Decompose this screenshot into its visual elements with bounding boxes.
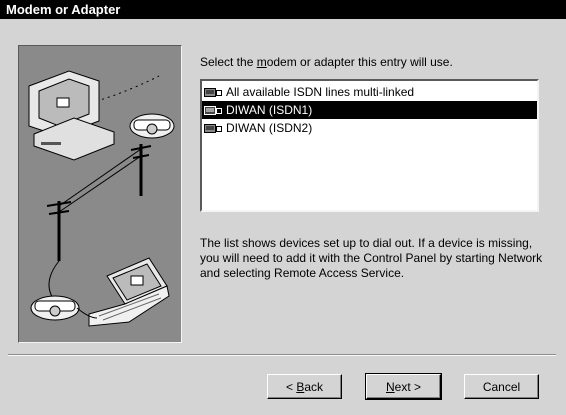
modem-adapter-dialog: Modem or Adapter Select the modem or ada… <box>0 0 566 415</box>
telephone-top-icon <box>129 113 175 139</box>
telephone-pole-icon <box>46 144 152 261</box>
device-label: All available ISDN lines multi-linked <box>226 85 415 99</box>
window-title: Modem or Adapter <box>6 2 121 17</box>
next-button[interactable]: Next > <box>365 373 442 400</box>
button-separator <box>8 354 556 356</box>
desktop-computer-icon <box>28 70 115 161</box>
dialup-illustration <box>18 45 182 343</box>
device-list-item[interactable]: All available ISDN lines multi-linked <box>202 83 537 101</box>
title-bar: Modem or Adapter <box>0 0 566 19</box>
dialup-illustration-icon <box>28 70 175 327</box>
device-listbox[interactable]: All available ISDN lines multi-linked DIW… <box>200 79 539 212</box>
device-list-item[interactable]: DIWAN (ISDN1) <box>202 101 537 119</box>
laptop-icon <box>88 257 170 327</box>
device-label: DIWAN (ISDN2) <box>226 121 313 135</box>
cancel-button[interactable]: Cancel <box>464 374 539 399</box>
device-info-text: The list shows devices set up to dial ou… <box>200 236 543 280</box>
telephone-bottom-icon <box>30 295 80 321</box>
device-prompt-label: Select the modem or adapter this entry w… <box>200 55 453 69</box>
isdn-device-icon <box>204 123 222 133</box>
back-button[interactable]: < Back <box>267 374 342 399</box>
device-label: DIWAN (ISDN1) <box>226 103 313 117</box>
isdn-device-icon <box>204 87 222 97</box>
device-list-item[interactable]: DIWAN (ISDN2) <box>202 119 537 137</box>
isdn-device-icon <box>204 105 222 115</box>
